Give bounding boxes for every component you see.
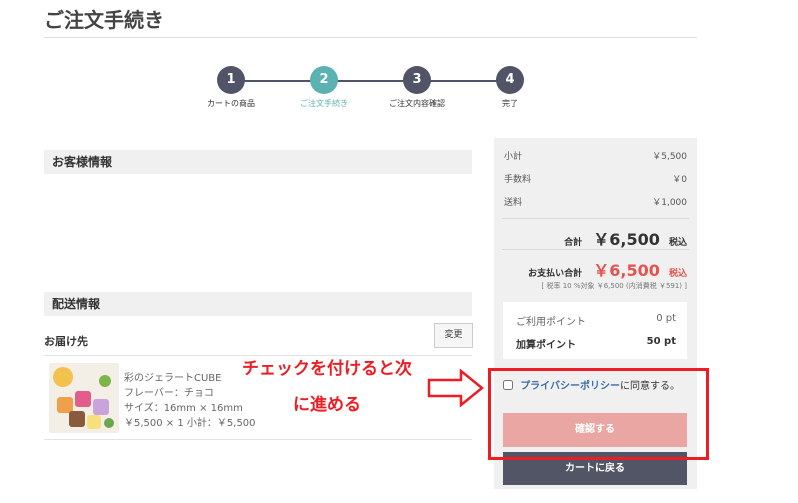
payment-total-row: お支払い合計 ￥6,500 税込: [504, 257, 687, 281]
fee-value: ￥0: [672, 175, 687, 185]
fee-row: 手数料 ￥0: [504, 172, 687, 185]
tax-note: [ 税率 10 %対象 ￥6,500 (内消費税 ￥591) ]: [541, 282, 687, 290]
annotation-highlight-frame: [488, 368, 709, 460]
row-divider: [44, 439, 472, 440]
payment-total-amount: ￥6,500: [593, 261, 660, 280]
fee-label: 手数料: [504, 175, 532, 185]
step-4: 4 完了: [470, 66, 550, 109]
used-points-label: ご利用ポイント: [516, 317, 586, 328]
earned-points-row: 加算ポイント 50 pt: [516, 336, 676, 351]
summary-divider: [502, 249, 689, 250]
shipping-value: ￥1,000: [652, 198, 687, 208]
customer-section-heading: お客様情報: [44, 150, 472, 174]
points-box: ご利用ポイント 0 pt 加算ポイント 50 pt: [503, 302, 687, 359]
step-1-label: カートの商品: [207, 99, 255, 108]
payment-total-label: お支払い合計: [528, 269, 583, 279]
total-amount: ￥6,500: [593, 230, 660, 249]
step-2: 2 ご注文手続き: [284, 66, 364, 109]
used-points-value: 0 pt: [656, 313, 676, 324]
subtotal-label: 小計: [504, 152, 523, 162]
total-label: 合計: [564, 238, 583, 248]
delivery-section-heading: 配送情報: [44, 292, 472, 316]
annotation-line-1: チェックを付けると次: [242, 359, 412, 379]
annotation-text: チェックを付けると次 に進める: [227, 351, 427, 423]
step-4-number: 4: [496, 66, 524, 94]
destination-label: お届け先: [44, 335, 88, 348]
earned-points-value: 50 pt: [646, 336, 676, 347]
subtotal-row: 小計 ￥5,500: [504, 149, 687, 162]
step-2-label: ご注文手続き: [300, 99, 348, 108]
step-3-label: ご注文内容確認: [389, 99, 445, 108]
shipping-label: 送料: [504, 198, 523, 208]
payment-tax-label: 税込: [668, 269, 687, 279]
step-2-number: 2: [310, 66, 338, 94]
title-divider: [44, 37, 697, 38]
page-title: ご注文手続き: [44, 8, 164, 32]
progress-stepper: 1 カートの商品 2 ご注文手続き 3 ご注文内容確認 4 完了: [0, 66, 798, 110]
step-1-number: 1: [217, 66, 245, 94]
summary-divider: [502, 218, 689, 219]
step-4-label: 完了: [502, 99, 518, 108]
total-row: 合計 ￥6,500 税込: [504, 226, 687, 250]
annotation-line-2: に進める: [293, 395, 361, 415]
right-arrow-icon: [427, 368, 484, 408]
shipping-row: 送料 ￥1,000: [504, 195, 687, 208]
used-points-row: ご利用ポイント 0 pt: [516, 313, 676, 328]
product-image: [49, 363, 119, 433]
step-3-number: 3: [403, 66, 431, 94]
stepper-line: [231, 80, 510, 82]
subtotal-value: ￥5,500: [652, 152, 687, 162]
earned-points-label: 加算ポイント: [516, 340, 576, 351]
step-3: 3 ご注文内容確認: [377, 66, 457, 109]
step-1: 1 カートの商品: [191, 66, 271, 109]
change-address-button[interactable]: 変更: [434, 323, 473, 348]
total-tax-label: 税込: [668, 238, 687, 248]
